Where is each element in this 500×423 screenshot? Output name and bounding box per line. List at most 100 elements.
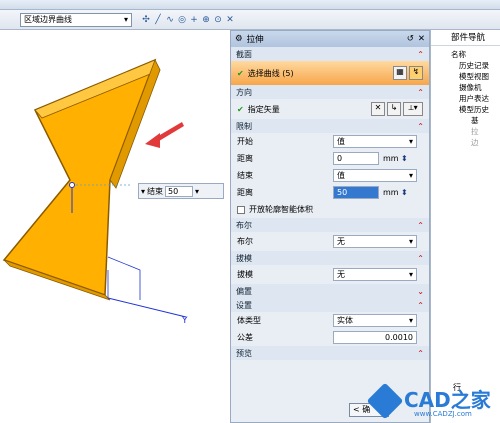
settings-title: 设置 [236,300,252,310]
tolerance-input[interactable]: 0.0010 [333,331,417,344]
close-icon[interactable]: ✕ [418,34,425,44]
section-title: 截面 [236,49,252,59]
y-axis-line [107,297,187,318]
curve-icon[interactable]: ∿ [165,15,175,25]
line-icon[interactable]: ╱ [153,15,163,25]
tree-item-model-history[interactable]: 模型历史 [431,104,500,115]
draft-label: 拔模 [237,270,253,279]
part-navigator: 部件导航 名称 历史记录 模型视图 摄像机 用户表达 模型历史 基 拉 边 行 [430,30,500,423]
navigator-title: 部件导航 [431,30,500,46]
check-icon: ✔ [237,68,244,78]
cross-icon[interactable]: ✕ [225,15,235,25]
extrude-dialog: ⚙ 拉伸 ↺ ✕ 截面 ⌃ ✔ 选择曲线 (5) ▦ ↯ 方向 ⌃ ✔ 指定矢量 ✕… [230,30,430,423]
logo-icon [366,382,404,420]
tree-item-history[interactable]: 历史记录 [431,60,500,71]
sketch-icon[interactable]: ▦ [393,66,407,80]
open-profile-row[interactable]: 开放轮廓智能体积 [231,201,429,218]
section-header-boolean[interactable]: 布尔 ⌃ [231,218,429,232]
section-header-limits[interactable]: 限制 ⌃ [231,119,429,133]
tree-item-user-expressions[interactable]: 用户表达 [431,93,500,104]
snap-icon[interactable]: ✣ [141,15,151,25]
watermark-brand: CAD之家 [404,388,491,412]
end-type-select[interactable]: 值 ▾ [333,169,417,182]
selection-toolbar: 区域边界曲线 ▾ ✣ ╱ ∿ ◎ + ⊕ ⊙ ✕ [0,10,500,30]
dialog-title: 拉伸 [246,35,264,45]
top-ribbon [0,0,500,10]
draft-row: 拔模 无 ▾ [231,265,429,284]
section-header-direction[interactable]: 方向 ⌃ [231,85,429,99]
preview-title: 预览 [236,348,252,358]
float-end-field[interactable]: 50 [165,185,194,197]
boolean-label: 布尔 [237,237,253,246]
arrow-head [145,133,160,148]
watermark-url: www.CADZJ.com [414,410,472,418]
tree-header-name: 名称 [451,50,466,59]
check-icon: ✔ [237,104,244,114]
start-row: 开始 值 ▾ [231,133,429,150]
selection-filter-dropdown[interactable]: 区域边界曲线 ▾ [20,12,132,27]
limits-title: 限制 [236,121,252,131]
filter-value: 区域边界曲线 [24,15,72,24]
checkbox[interactable] [237,205,245,214]
direction-title: 方向 [236,87,252,97]
select-curve-row[interactable]: ✔ 选择曲线 (5) ▦ ↯ [231,61,429,85]
start-distance-row: 距离 0 mm ⬍ [231,150,429,167]
start-distance-label: 距离 [237,154,253,163]
draft-title: 拔模 [236,253,252,263]
section-header-section[interactable]: 截面 ⌃ [231,47,429,61]
tree-item-base[interactable]: 基 [431,115,500,126]
specify-vector-row[interactable]: ✔ 指定矢量 ✕ ↳ ⟂▾ [231,99,429,119]
tree-item-edge[interactable]: 边 [431,137,500,148]
open-profile-label: 开放轮廓智能体积 [249,205,313,214]
end-distance-label: 距离 [237,188,253,197]
start-label: 开始 [237,137,253,146]
circle-icon[interactable]: ◎ [177,15,187,25]
value-type-icon[interactable]: ▾ [141,187,145,196]
unit-label: mm [383,188,399,197]
vector-icon[interactable]: ↳ [387,102,401,116]
boolean-row: 布尔 无 ▾ [231,232,429,251]
curve-select-icon[interactable]: ↯ [409,66,423,80]
reset-icon[interactable]: ↺ [407,34,414,44]
end-distance-input[interactable]: 50 [333,186,379,199]
graphics-viewport[interactable]: Y ▾ 结束 50 ▾ [0,30,230,423]
start-type-value: 值 [337,137,345,146]
section-header-offset[interactable]: 偏置 ⌄ [231,284,429,298]
chevron-down-icon: ▾ [123,15,128,24]
end-distance-row: 距离 50 mm ⬍ [231,184,429,201]
start-distance-input[interactable]: 0 [333,152,379,165]
plus-icon[interactable]: + [189,15,199,25]
start-type-select[interactable]: 值 ▾ [333,135,417,148]
spinner-icon[interactable]: ⬍ [401,188,408,197]
end-label: 结束 [237,171,253,180]
y-axis-label: Y [181,316,188,326]
gear-icon[interactable]: ⚙ [235,34,243,44]
end-row: 结束 值 ▾ [231,167,429,184]
tolerance-label: 公差 [237,333,253,342]
spinner-icon[interactable]: ⬍ [401,154,408,163]
body-type-label: 体类型 [237,316,261,325]
section-header-settings[interactable]: 设置 ⌃ [231,298,429,312]
section-header-preview[interactable]: 预览 ⌃ [231,346,429,360]
floating-end-input: ▾ 结束 50 ▾ [138,183,224,199]
tolerance-row: 公差 0.0010 [231,329,429,346]
crosshair-icon[interactable]: ⊕ [201,15,211,25]
draft-select[interactable]: 无 ▾ [333,268,417,281]
body-type-value: 实体 [337,316,353,325]
tree-item-camera[interactable]: 摄像机 [431,82,500,93]
specify-vector-label: 指定矢量 [247,104,280,114]
section-header-draft[interactable]: 拔模 ⌃ [231,251,429,265]
watermark: CAD之家 www.CADZJ.com [366,382,500,423]
vector-dropdown-icon[interactable]: ⟂▾ [403,102,423,116]
float-end-label: 结束 [147,186,164,196]
reverse-direction-icon[interactable]: ✕ [371,102,385,116]
boolean-select[interactable]: 无 ▾ [333,235,417,248]
tree-item-model-views[interactable]: 模型视图 [431,71,500,82]
tree-item-extrude[interactable]: 拉 [431,126,500,137]
boolean-value: 无 [337,237,345,246]
body-type-select[interactable]: 实体 ▾ [333,314,417,327]
point-icon[interactable]: ⊙ [213,15,223,25]
select-curve-label: 选择曲线 (5) [247,68,294,78]
boolean-title: 布尔 [236,220,252,230]
chevron-down-icon[interactable]: ▾ [195,187,199,196]
